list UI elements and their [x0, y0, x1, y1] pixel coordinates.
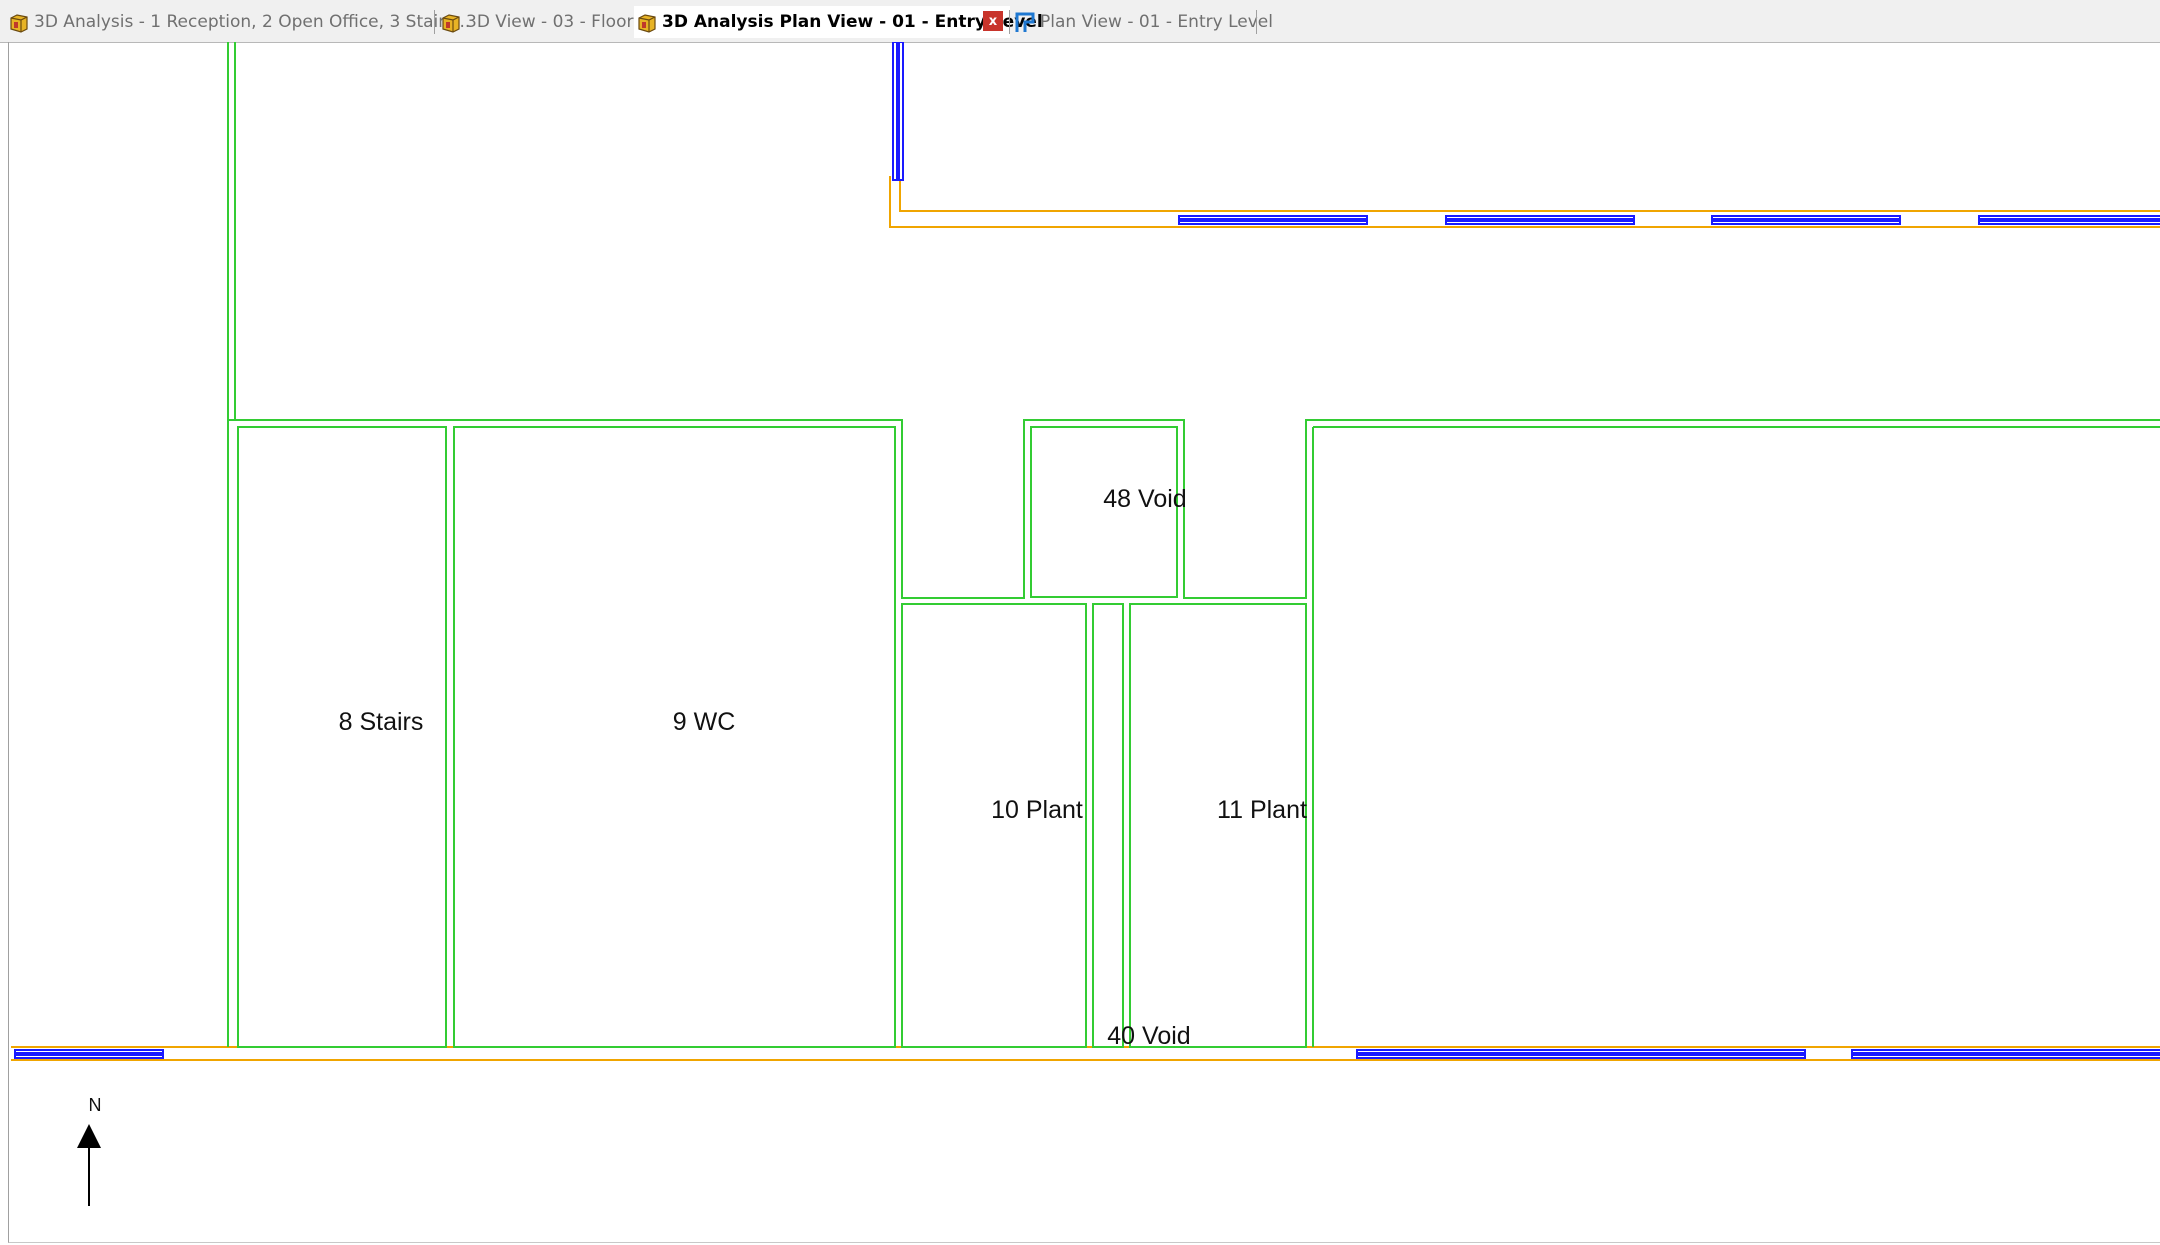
room-label-40-void: 40 Void [1107, 1022, 1190, 1050]
3d-model-icon [638, 14, 656, 33]
room-11-plant [1129, 603, 1307, 1048]
room-10-plant [901, 603, 1087, 1048]
3d-model-icon [442, 14, 460, 33]
tab-label: 3D Analysis - 1 Reception, 2 Open Office… [34, 12, 471, 32]
plan-view-canvas[interactable]: 8 Stairs 9 WC 10 Plant 11 Plant 48 Void … [8, 42, 2160, 1243]
tab-separator [434, 10, 435, 34]
room-40-void [1092, 603, 1124, 1048]
room-boundaries [227, 42, 2160, 1048]
room-label-9-wc: 9 WC [673, 708, 736, 736]
tab-plan-view[interactable]: Plan View - 01 - Entry Level [1014, 6, 1273, 38]
room-label-10-plant: 10 Plant [991, 796, 1083, 824]
room-label-48-void: 48 Void [1103, 485, 1186, 513]
tab-separator [1009, 10, 1010, 34]
north-label: N [89, 1095, 102, 1115]
tab-3d-view[interactable]: 3D View - 03 - Floor [440, 6, 633, 38]
room-8-stairs [237, 426, 447, 1048]
tab-separator [1256, 10, 1257, 34]
floor-plan-drawing: 8 Stairs 9 WC 10 Plant 11 Plant 48 Void … [11, 42, 2160, 1206]
tab-label: 3D View - 03 - Floor [466, 12, 634, 32]
document-tab-bar: 3D Analysis - 1 Reception, 2 Open Office… [0, 0, 2160, 43]
3d-model-icon [10, 14, 28, 33]
tab-label: Plan View - 01 - Entry Level [1040, 12, 1273, 32]
tab-3d-analysis[interactable]: 3D Analysis - 1 Reception, 2 Open Office… [8, 6, 470, 38]
room-label-11-plant: 11 Plant [1217, 796, 1307, 824]
tab-3d-analysis-plan-view[interactable]: 3D Analysis Plan View - 01 - Entry Level [634, 6, 1043, 38]
close-tab-button[interactable]: x [983, 11, 1003, 31]
windows [14, 42, 2160, 1059]
room-label-8-stairs: 8 Stairs [339, 708, 424, 736]
north-arrow-icon [77, 1124, 101, 1206]
room-9-wc [453, 426, 896, 1048]
plan-view-icon [1015, 12, 1035, 32]
